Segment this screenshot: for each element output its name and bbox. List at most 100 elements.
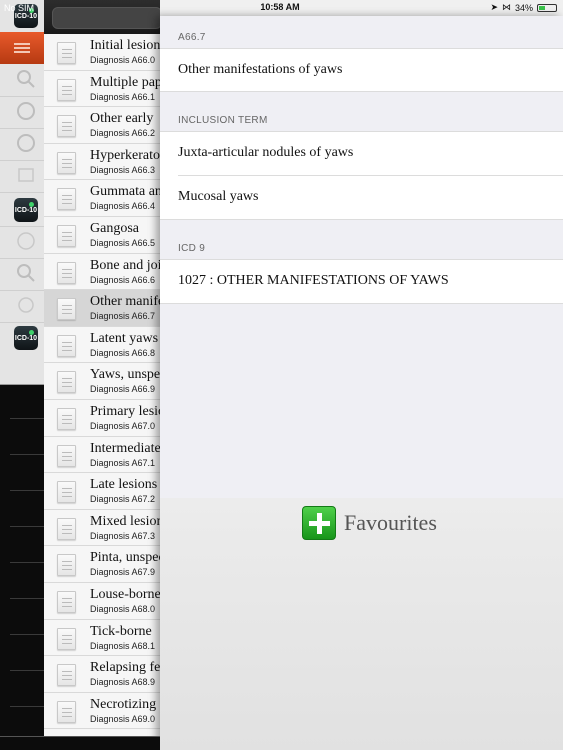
divider xyxy=(10,670,44,671)
list-item[interactable]: Primary lesions Diagnosis A67.0 xyxy=(44,400,160,437)
list-item-subtitle: Diagnosis A66.6 xyxy=(90,274,156,285)
list-item-title: Bone and joint xyxy=(90,257,160,273)
list-item[interactable]: Necrotizing Diagnosis A69.0 xyxy=(44,693,160,730)
inclusion-term[interactable]: Mucosal yaws xyxy=(178,189,259,205)
bottom-bar xyxy=(0,736,160,750)
document-icon xyxy=(57,261,76,284)
document-icon xyxy=(57,591,76,613)
divider xyxy=(0,290,44,291)
list-item[interactable]: HyperkeratosisDiagnosis A66.3 xyxy=(44,144,160,181)
list-item-subtitle: Diagnosis A66.2 xyxy=(90,128,156,139)
document-icon xyxy=(57,115,76,138)
list-item[interactable]: Latent yaws Diagnosis A66.8 xyxy=(44,327,160,364)
list-item[interactable]: Relapsing feverDiagnosis A68.9 xyxy=(44,656,160,693)
search-input[interactable] xyxy=(52,7,162,29)
list-item[interactable]: Initial lesions Diagnosis A66.0 xyxy=(44,34,160,71)
list-item-subtitle: Diagnosis A67.1 xyxy=(90,457,156,468)
list-item[interactable]: Bone and jointDiagnosis A66.6 xyxy=(44,254,160,291)
list-item-subtitle: Diagnosis A67.3 xyxy=(90,530,156,541)
divider xyxy=(10,490,44,491)
detail-panel: A66.7 Other manifestations of yaws INCLU… xyxy=(160,16,563,750)
inclusion-term[interactable]: Juxta-articular nodules of yaws xyxy=(178,145,353,161)
list-item-title: Initial lesions xyxy=(90,38,160,53)
list-item-title: Late lesions xyxy=(90,477,158,493)
search-bar xyxy=(44,0,162,34)
star-icon[interactable] xyxy=(15,132,37,154)
list-item-title: Latent yaws xyxy=(90,330,159,346)
list-item-subtitle: Diagnosis A66.8 xyxy=(90,347,156,358)
menu-icon xyxy=(14,43,30,53)
document-icon xyxy=(57,298,76,321)
divider xyxy=(10,706,44,707)
document-icon xyxy=(57,444,76,467)
list-item-subtitle: Diagnosis A66.9 xyxy=(90,384,156,395)
list-item[interactable]: Mixed lesionsDiagnosis A67.3 xyxy=(44,510,160,547)
list-item-title: Yaws, unspecified xyxy=(90,367,160,383)
list-icon[interactable] xyxy=(15,164,37,186)
list-item[interactable]: Gangosa Diagnosis A66.5 xyxy=(44,217,160,254)
list-item-subtitle: Diagnosis A68.9 xyxy=(90,677,156,688)
app-icon[interactable]: ICD-10 xyxy=(14,326,38,350)
document-icon xyxy=(57,627,76,650)
document-icon xyxy=(57,700,76,723)
list-item[interactable]: Other early Diagnosis A66.2 xyxy=(44,107,160,144)
list-item-title: Gangosa xyxy=(90,221,139,236)
search-icon[interactable] xyxy=(15,262,37,284)
list-item[interactable]: Other manifestationsDiagnosis A66.7 xyxy=(44,290,160,327)
list-item-title: Other early xyxy=(90,111,154,127)
list-item-subtitle: Diagnosis A67.2 xyxy=(90,494,156,505)
list-item[interactable]: Intermediate Diagnosis A67.1 xyxy=(44,437,160,474)
document-icon xyxy=(57,664,76,687)
code-title-cell[interactable]: Other manifestations of yaws xyxy=(160,48,563,92)
info-icon[interactable] xyxy=(15,230,37,252)
inclusion-header: INCLUSION TERM xyxy=(178,115,268,126)
app-icon[interactable]: ICD-10 xyxy=(14,198,38,222)
icd9-header: ICD 9 xyxy=(178,243,206,254)
list-item-subtitle: Diagnosis A66.3 xyxy=(90,164,156,175)
list-item-subtitle: Diagnosis A66.4 xyxy=(90,201,156,212)
document-icon xyxy=(57,408,76,430)
list-item[interactable]: Multiple papillomataDiagnosis A66.1 xyxy=(44,71,160,108)
document-icon xyxy=(57,42,76,64)
list-item-title: Primary lesions xyxy=(90,404,160,419)
favourites-button[interactable]: Favourites xyxy=(302,506,437,540)
list-item[interactable]: Yaws, unspecifiedDiagnosis A66.9 xyxy=(44,363,160,400)
divider xyxy=(10,526,44,527)
list-item[interactable]: Late lesions Diagnosis A67.2 xyxy=(44,473,160,510)
code-title: Other manifestations of yaws xyxy=(178,62,343,77)
status-indicators: ➤ ⋈ 34% xyxy=(490,2,557,13)
settings-icon[interactable] xyxy=(15,294,37,316)
list-item-title: Louse-borne xyxy=(90,587,160,602)
divider xyxy=(0,96,44,97)
list-item[interactable]: Gummata andDiagnosis A66.4 xyxy=(44,180,160,217)
inclusion-cell: Juxta-articular nodules of yaws Mucosal … xyxy=(160,131,563,220)
list-item-subtitle: Diagnosis A68.1 xyxy=(90,640,156,651)
divider xyxy=(10,418,44,419)
list-item-subtitle: Diagnosis A68.0 xyxy=(90,604,156,614)
document-icon xyxy=(57,151,76,174)
divider xyxy=(10,598,44,599)
search-icon[interactable] xyxy=(15,68,37,90)
divider xyxy=(0,258,44,259)
document-icon xyxy=(57,78,76,101)
divider xyxy=(0,192,44,193)
clock-icon[interactable] xyxy=(15,100,37,122)
favourites-area: Favourites xyxy=(160,498,563,750)
document-icon xyxy=(57,554,76,577)
divider xyxy=(10,562,44,563)
list-item-title: Necrotizing xyxy=(90,696,157,712)
list-item-title: Tick-borne xyxy=(90,623,152,639)
status-bar: 10:58 AM ➤ ⋈ 34% xyxy=(160,0,563,16)
diagnosis-list[interactable]: Initial lesions Diagnosis A66.0 Multiple p… xyxy=(44,34,160,736)
icd9-value: 1027 : OTHER MANIFESTATIONS OF YAWS xyxy=(178,273,449,288)
list-item[interactable]: Pinta, unspecifiedDiagnosis A67.9 xyxy=(44,546,160,583)
favourites-label: Favourites xyxy=(344,510,437,535)
menu-button[interactable] xyxy=(0,32,44,64)
list-item[interactable]: Louse-borne Diagnosis A68.0 xyxy=(44,583,160,620)
icd9-cell[interactable]: 1027 : OTHER MANIFESTATIONS OF YAWS xyxy=(160,259,563,304)
divider xyxy=(0,160,44,161)
divider xyxy=(10,634,44,635)
list-item[interactable]: Tick-borne Diagnosis A68.1 xyxy=(44,620,160,657)
app-icon-label: ICD-10 xyxy=(14,206,38,214)
carrier-label: No SIM xyxy=(4,3,35,13)
